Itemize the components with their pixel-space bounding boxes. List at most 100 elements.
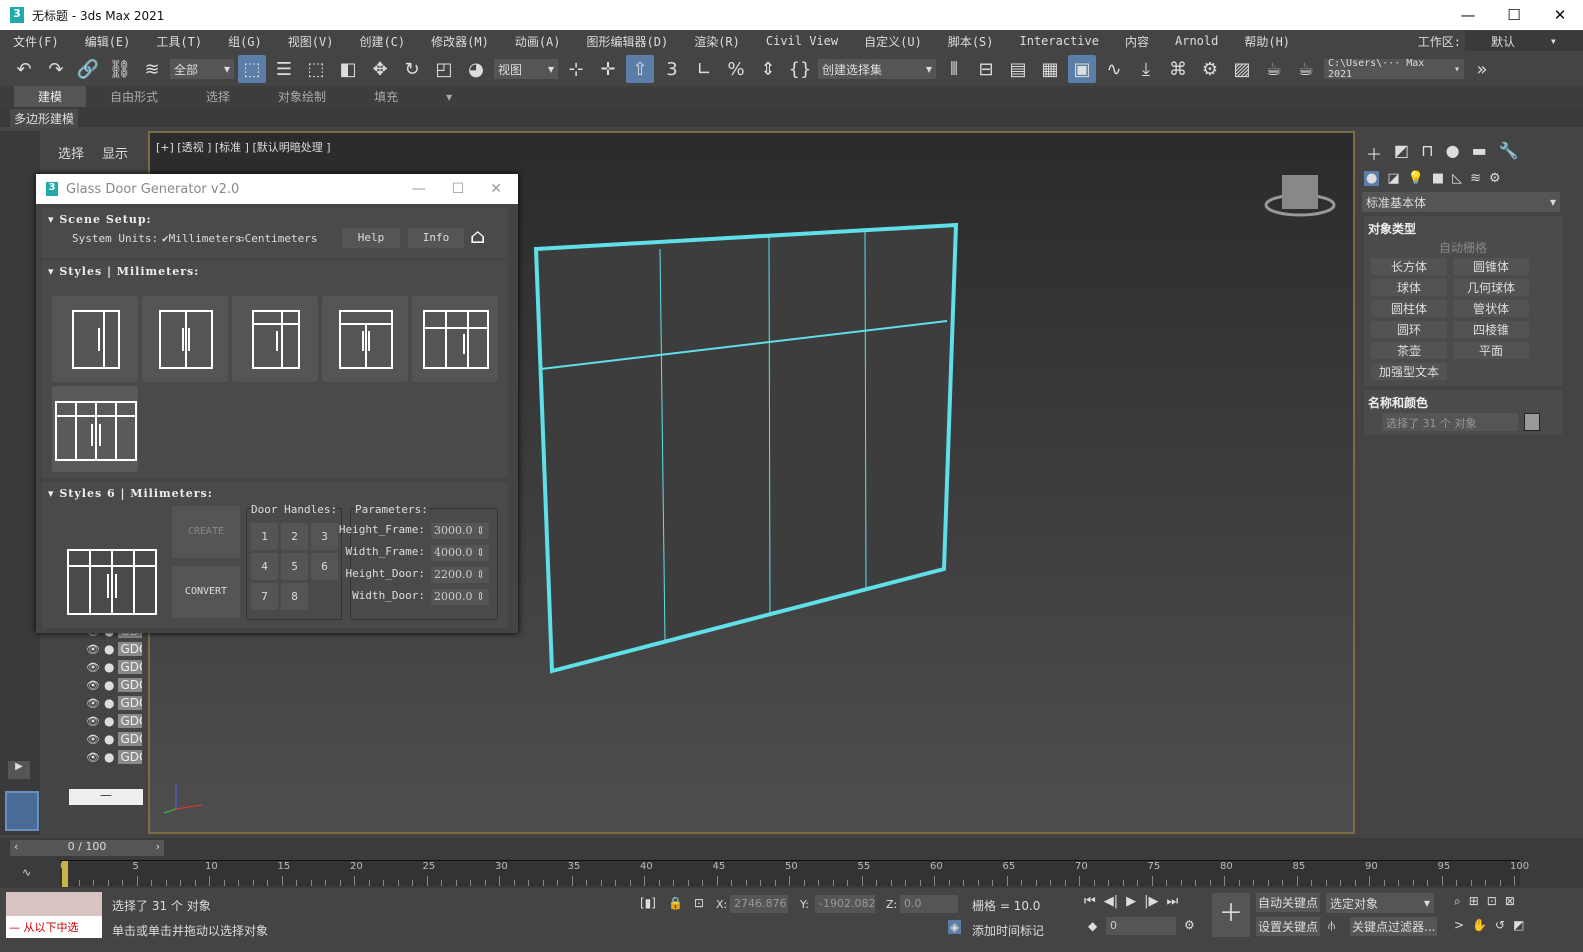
eye-icon[interactable]: 👁 [86, 751, 100, 764]
list-item[interactable]: 👁 ● GDC [86, 714, 143, 728]
ribbon-toggle-icon[interactable]: ▣ [1068, 55, 1096, 83]
styles-title[interactable]: Styles | Milimeters: [59, 265, 199, 278]
menu-graph-editors[interactable]: 图形编辑器(D) [574, 33, 682, 50]
rendered-frame-icon[interactable]: ☕ [1260, 55, 1288, 83]
list-item[interactable]: 👁 ● GDC [86, 678, 143, 692]
freeze-icon[interactable]: ● [104, 732, 114, 746]
time-slider[interactable]: ‹ 0 / 100 › [10, 840, 164, 856]
dialog-minimize-button[interactable]: — [412, 181, 426, 197]
ribbon-options-icon[interactable]: ▾ [422, 88, 476, 106]
width-door-spinner[interactable]: 2000.0 ⇕ [431, 589, 489, 605]
key-selection-dropdown[interactable]: 选定对象 ▾ [1326, 893, 1434, 913]
view-cube-icon[interactable] [1264, 175, 1336, 217]
eye-icon[interactable]: 👁 [86, 697, 100, 710]
move-icon[interactable]: ✥ [366, 55, 394, 83]
bind-space-warp-icon[interactable]: ≋ [138, 55, 166, 83]
style-5-button[interactable] [412, 296, 498, 382]
set-key-button[interactable]: 设置关键点 [1256, 917, 1321, 936]
field-of-view-icon[interactable]: > [1454, 918, 1464, 932]
height-door-spinner[interactable]: 2200.0 ⇕ [431, 567, 489, 583]
select-manipulate-icon[interactable]: ✛ [594, 55, 622, 83]
handle-3-button[interactable]: 3 [311, 523, 338, 550]
freeze-icon[interactable]: ● [104, 696, 114, 710]
menu-views[interactable]: 视图(V) [275, 33, 347, 50]
layer-explorer-icon[interactable]: ▦ [1036, 55, 1064, 83]
motion-tab-icon[interactable]: ● [1446, 141, 1460, 165]
menu-arnold[interactable]: Arnold [1162, 34, 1231, 48]
maxscript-input[interactable]: — 从以下中选 [6, 916, 102, 938]
zoom-extents-icon[interactable]: ⊡ [1487, 894, 1497, 909]
project-path-dropdown[interactable]: C:\Users\··· Max 2021 ▾ [1324, 58, 1464, 80]
create-tab-icon[interactable]: ＋ [1366, 141, 1382, 165]
menu-tools[interactable]: 工具(T) [143, 33, 215, 50]
eye-icon[interactable]: 👁 [86, 643, 100, 656]
handle-1-button[interactable]: 1 [251, 523, 278, 550]
freeze-icon[interactable]: ● [104, 678, 114, 692]
list-item[interactable]: 👁 ● GDC [86, 732, 143, 746]
rectangle-selection-icon[interactable]: ⬚ [302, 55, 330, 83]
menu-help[interactable]: 帮助(H) [1231, 33, 1303, 50]
time-slider-handle[interactable] [62, 861, 68, 887]
key-filter-icon[interactable]: ⫛ [1328, 918, 1335, 933]
key-mode-icon[interactable]: ◆ [1088, 919, 1097, 933]
geosphere-button[interactable]: 几何球体 [1453, 279, 1529, 296]
torus-button[interactable]: 圆环 [1371, 321, 1447, 338]
scale-icon[interactable]: ◰ [430, 55, 458, 83]
menu-interactive[interactable]: Interactive [1007, 34, 1112, 48]
object-color-swatch[interactable] [1524, 413, 1540, 431]
object-category-dropdown[interactable]: 标准基本体 ▾ [1362, 192, 1560, 212]
handle-7-button[interactable]: 7 [251, 583, 278, 610]
style-3-button[interactable] [232, 296, 318, 382]
go-to-end-icon[interactable]: ⏭ [1166, 894, 1178, 909]
maximize-viewport-icon[interactable]: ◩ [1513, 918, 1524, 932]
object-type-title[interactable]: 对象类型 [1368, 220, 1558, 237]
info-button[interactable]: Info [408, 228, 464, 248]
play-animation-icon[interactable]: ▶ [1126, 894, 1136, 909]
home-icon[interactable]: ⌂ [470, 224, 485, 248]
explorer-layer-bar[interactable]: — [69, 789, 143, 805]
curve-editor-mini-icon[interactable]: ∿ [22, 866, 31, 879]
lights-icon[interactable]: 💡 [1408, 171, 1424, 186]
undo-icon[interactable]: ↶ [10, 55, 38, 83]
dialog-close-button[interactable]: ✕ [490, 181, 502, 197]
named-selection-dropdown[interactable]: 创建选择集 ▾ [818, 59, 936, 79]
maxscript-listener[interactable] [6, 892, 102, 916]
select-object-icon[interactable]: ⬚ [238, 55, 266, 83]
style-4-button[interactable] [322, 296, 408, 382]
display-tab-icon[interactable]: ▬ [1472, 141, 1487, 165]
space-warps-icon[interactable]: ≋ [1470, 171, 1481, 186]
explorer-tab-select[interactable]: 选择 [58, 143, 84, 162]
collapse-icon[interactable]: ▾ [48, 487, 59, 500]
style-1-button[interactable] [52, 296, 138, 382]
previous-key-icon[interactable]: ◀| [1104, 894, 1118, 909]
freeze-icon[interactable]: ● [104, 714, 114, 728]
next-frame-icon[interactable]: › [156, 840, 160, 856]
edit-named-selection-icon[interactable]: {} [786, 55, 814, 83]
place-icon[interactable]: ◕ [462, 55, 490, 83]
cameras-icon[interactable]: ■ [1432, 171, 1444, 186]
zoom-icon[interactable]: ⌕ [1454, 894, 1461, 909]
style-6-button[interactable] [52, 386, 138, 472]
tube-button[interactable]: 管状体 [1453, 300, 1529, 317]
freeze-icon[interactable]: ● [104, 660, 114, 674]
box-button[interactable]: 长方体 [1371, 258, 1447, 275]
plane-button[interactable]: 平面 [1453, 342, 1529, 359]
select-by-name-icon[interactable]: ☰ [270, 55, 298, 83]
width-frame-spinner[interactable]: 4000.0 ⇕ [431, 545, 489, 561]
collapse-icon[interactable]: ▾ [48, 213, 59, 226]
selection-filter-dropdown[interactable]: 全部 ▾ [170, 59, 234, 79]
help-button[interactable]: Help [342, 228, 400, 248]
teapot-button[interactable]: 茶壶 [1371, 342, 1447, 359]
geometry-icon[interactable]: ● [1364, 171, 1380, 186]
collapse-icon[interactable]: ▾ [48, 265, 59, 278]
eye-icon[interactable]: 👁 [86, 733, 100, 746]
minimize-button[interactable]: — [1445, 6, 1491, 24]
set-key-big-button[interactable]: ＋ [1212, 893, 1250, 937]
centimeters-checkbox[interactable]: ▫Centimeters [238, 232, 317, 245]
handle-5-button[interactable]: 5 [281, 553, 308, 580]
absolute-mode-icon[interactable]: ⊡ [694, 896, 704, 910]
utilities-tab-icon[interactable]: 🔧 [1499, 141, 1519, 165]
hierarchy-tab-icon[interactable]: ⊓ [1421, 141, 1433, 165]
sphere-button[interactable]: 球体 [1371, 279, 1447, 296]
render-icon[interactable]: ☕ [1292, 55, 1320, 83]
